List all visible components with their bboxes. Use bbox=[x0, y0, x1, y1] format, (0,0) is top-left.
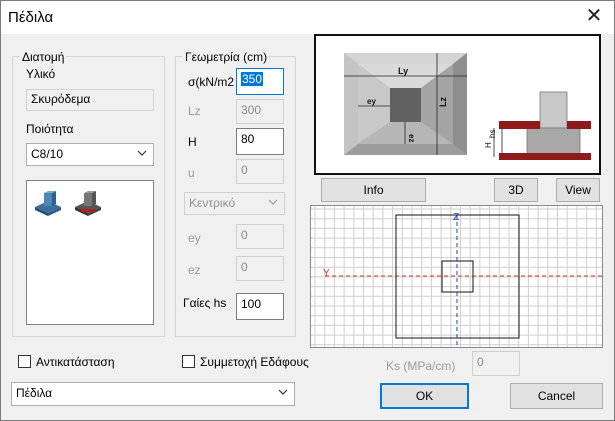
chevron-down-icon bbox=[278, 389, 288, 395]
3d-button[interactable]: 3D bbox=[494, 178, 538, 202]
preview-lz-label: Lz bbox=[438, 97, 448, 107]
ks-input[interactable]: 0 bbox=[472, 351, 520, 376]
ey-input[interactable]: 0 bbox=[236, 224, 284, 249]
cancel-button[interactable]: Cancel bbox=[510, 383, 603, 409]
material-label: Υλικό bbox=[26, 67, 56, 81]
type-value: Πέδιλα bbox=[16, 386, 53, 400]
sigma-value: 350 bbox=[241, 72, 264, 86]
title-bar bbox=[0, 0, 615, 34]
quality-dropdown[interactable]: C8/10 bbox=[26, 143, 154, 166]
material-field: Σκυρόδεμα bbox=[26, 89, 154, 111]
preview-ey-label: ey bbox=[367, 97, 376, 106]
ez-input[interactable]: 0 bbox=[236, 256, 284, 281]
view-button[interactable]: View bbox=[556, 178, 600, 202]
lz-label: Lz bbox=[188, 104, 201, 118]
ks-label: Ks (MPa/cm) bbox=[386, 359, 456, 373]
hs-input[interactable]: 100 bbox=[236, 293, 284, 320]
replace-label: Αντικατάσταση bbox=[36, 355, 115, 369]
preview-ly-label: Ly bbox=[398, 66, 408, 76]
ok-button[interactable]: OK bbox=[380, 383, 469, 409]
chevron-down-icon bbox=[268, 199, 278, 205]
sigma-input[interactable]: 350 bbox=[236, 68, 284, 95]
position-value: Κεντρικό bbox=[189, 196, 236, 210]
quality-value: C8/10 bbox=[31, 147, 64, 161]
close-icon[interactable]: ✕ bbox=[581, 3, 607, 29]
quality-label: Ποιότητα bbox=[26, 122, 74, 136]
plan-grid-canvas: ZY bbox=[311, 206, 602, 347]
u-input[interactable]: 0 bbox=[236, 159, 284, 184]
info-button[interactable]: Info bbox=[321, 178, 426, 202]
footing-type-list[interactable] bbox=[26, 180, 154, 325]
hs-label: Γαίες hs bbox=[183, 296, 227, 310]
plan-grid[interactable]: ZY bbox=[310, 205, 603, 348]
type-dropdown[interactable]: Πέδιλα bbox=[11, 382, 295, 406]
ey-label: ey bbox=[188, 231, 201, 245]
geometry-group-label: Γεωμετρία (cm) bbox=[183, 50, 270, 64]
footing-diagram: Ly Lz ey ez H hs bbox=[344, 53, 591, 160]
h-input[interactable]: 80 bbox=[236, 128, 284, 155]
footing-blue-icon[interactable] bbox=[32, 185, 64, 217]
preview-h-label: H bbox=[484, 142, 493, 148]
h-label: H bbox=[188, 135, 197, 149]
soil-label: Συμμετοχή Εδάφους bbox=[200, 355, 309, 369]
soil-checkbox[interactable] bbox=[182, 355, 195, 368]
position-dropdown[interactable]: Κεντρικό bbox=[184, 192, 285, 215]
preview-hs-label: hs bbox=[488, 130, 497, 138]
u-label: u bbox=[188, 166, 195, 180]
window-title: Πέδιλα bbox=[8, 9, 54, 26]
sigma-label: σ(kN/m2 bbox=[188, 75, 234, 89]
y-axis-label: Y bbox=[323, 268, 330, 279]
ez-label: ez bbox=[188, 263, 201, 277]
chevron-down-icon bbox=[137, 150, 147, 156]
lz-input[interactable]: 300 bbox=[236, 99, 284, 124]
section-group-label: Διατομή bbox=[20, 50, 67, 64]
replace-checkbox[interactable] bbox=[18, 355, 31, 368]
footing-preview: Ly Lz ey ez H hs bbox=[314, 34, 601, 175]
footing-dark-icon[interactable] bbox=[72, 185, 104, 217]
z-axis-label: Z bbox=[453, 212, 459, 223]
preview-ez-label: ez bbox=[407, 134, 416, 142]
